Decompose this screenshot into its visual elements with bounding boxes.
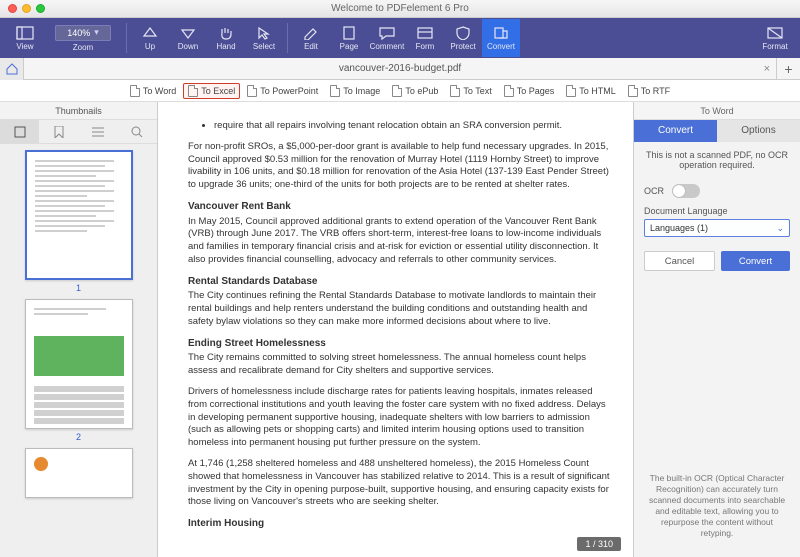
edit-tool[interactable]: Edit	[292, 19, 330, 57]
zoom-tool[interactable]: 140%▾Zoom	[48, 25, 118, 52]
language-label: Document Language	[644, 206, 790, 216]
page-up-tool[interactable]: Up	[131, 19, 169, 57]
ocr-label: OCR	[644, 186, 664, 196]
language-select[interactable]: Languages (1)⌄	[644, 219, 790, 237]
sidebar-tabs	[0, 120, 157, 144]
bookmarks-tab[interactable]	[39, 120, 78, 143]
to-html-button[interactable]: To HTML	[561, 83, 621, 99]
document-tabbar: vancouver-2016-budget.pdf× +	[0, 58, 800, 80]
new-tab-button[interactable]: +	[776, 58, 800, 80]
thumbnail-page-3[interactable]	[25, 448, 133, 498]
outline-tab[interactable]	[79, 120, 118, 143]
convert-panel: To Word Convert Options This is not a sc…	[633, 102, 800, 557]
cancel-button[interactable]: Cancel	[644, 251, 715, 271]
comment-tool[interactable]: Comment	[368, 19, 406, 57]
page-down-tool[interactable]: Down	[169, 19, 207, 57]
sidebar-title: Thumbnails	[0, 102, 157, 120]
window-titlebar: Welcome to PDFelement 6 Pro	[0, 0, 800, 18]
format-tool[interactable]: Format	[756, 19, 794, 57]
to-epub-button[interactable]: To ePub	[387, 83, 443, 99]
to-powerpoint-button[interactable]: To PowerPoint	[242, 83, 323, 99]
convert-tool[interactable]: Convert	[482, 19, 520, 57]
form-tool[interactable]: Form	[406, 19, 444, 57]
search-tab[interactable]	[118, 120, 157, 143]
page-indicator[interactable]: 1 / 310	[577, 537, 621, 551]
document-tab[interactable]: vancouver-2016-budget.pdf×	[24, 58, 776, 80]
to-pages-button[interactable]: To Pages	[499, 83, 560, 99]
to-rtf-button[interactable]: To RTF	[623, 83, 675, 99]
thumbnails-sidebar: Thumbnails 1 2	[0, 102, 158, 557]
thumbnail-page-1[interactable]: 1	[25, 150, 133, 293]
document-content: require that all repairs involving tenan…	[188, 120, 611, 531]
convert-button[interactable]: Convert	[721, 251, 790, 271]
convert-target-bar: To Word To Excel To PowerPoint To Image …	[0, 80, 800, 102]
main-toolbar: View 140%▾Zoom Up Down Hand Select Edit …	[0, 18, 800, 58]
thumbnails-tab[interactable]	[0, 120, 39, 143]
convert-panel-title: To Word	[634, 102, 800, 120]
options-tab[interactable]: Options	[717, 120, 800, 142]
page-tool[interactable]: Page	[330, 19, 368, 57]
to-excel-button[interactable]: To Excel	[183, 83, 240, 99]
convert-tab[interactable]: Convert	[634, 120, 717, 142]
ocr-footnote: The built-in OCR (Optical Character Reco…	[644, 467, 790, 549]
to-image-button[interactable]: To Image	[325, 83, 385, 99]
close-tab-icon[interactable]: ×	[764, 63, 770, 75]
window-title: Welcome to PDFelement 6 Pro	[0, 3, 800, 14]
to-text-button[interactable]: To Text	[445, 83, 496, 99]
thumbnail-page-2[interactable]: 2	[25, 299, 133, 442]
ocr-toggle[interactable]	[672, 184, 700, 198]
home-tab[interactable]	[0, 58, 24, 80]
view-tool[interactable]: View	[6, 19, 44, 57]
select-tool[interactable]: Select	[245, 19, 283, 57]
protect-tool[interactable]: Protect	[444, 19, 482, 57]
to-word-button[interactable]: To Word	[125, 83, 181, 99]
ocr-message: This is not a scanned PDF, no OCR operat…	[644, 150, 790, 170]
chevron-down-icon: ⌄	[776, 223, 784, 234]
hand-tool[interactable]: Hand	[207, 19, 245, 57]
document-viewport[interactable]: require that all repairs involving tenan…	[158, 102, 633, 557]
